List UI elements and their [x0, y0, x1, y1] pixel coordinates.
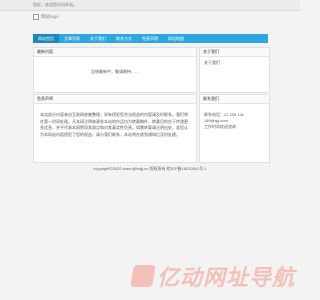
- watermark-text: 亿动网址导航: [157, 266, 296, 291]
- about-panel: 关于我们 关于我们: [199, 47, 270, 93]
- nav-item-articles[interactable]: 文章列表: [59, 34, 85, 43]
- footer-copyright: copyright©2020 www.djfhwjj.cn 版权所有 皖ICP备…: [93, 166, 207, 171]
- contact-phone-email: 联系电话：21 205 141 189@qq.com: [204, 112, 245, 123]
- panel-body: 关于我们: [204, 60, 220, 65]
- contact-hours: 工作时间欢迎咨询: [204, 124, 236, 129]
- nav-item-disclaimer[interactable]: 免责声明: [137, 34, 163, 43]
- nav-item-about[interactable]: 关于我们: [85, 34, 111, 43]
- nav-item-sitemap[interactable]: 网站地图: [163, 34, 189, 43]
- top-notice-bar: 您好，欢迎您访问本站。: [0, 0, 300, 11]
- disclaimer-panel: 免责声明 本站部分内容来自互联网收集整理，如有侵犯您合法权益的内容请及时联系，我…: [33, 94, 197, 163]
- logo-alt-text: 网站logo: [41, 13, 59, 19]
- broken-image-icon: [33, 13, 39, 20]
- panel-title: 关于我们: [200, 48, 269, 57]
- main-nav: 网站首页 文章列表 关于我们 联系方式 免责声明 网站地图: [33, 34, 268, 43]
- latest-content-panel: 最新内容 总统最新中，敬请期待……: [33, 47, 197, 93]
- nav-item-home[interactable]: 网站首页: [33, 34, 59, 43]
- panel-title: 免责声明: [34, 95, 196, 104]
- panel-title: 最新内容: [34, 48, 196, 57]
- panel-body: 本站部分内容来自互联网收集整理，如有侵犯您合法权益的内容请及时联系，我们将在第一…: [40, 112, 188, 137]
- watermark-mark-icon: [130, 265, 156, 287]
- site-logo[interactable]: 网站logo: [33, 12, 59, 21]
- nav-item-contact[interactable]: 联系方式: [111, 34, 137, 43]
- contact-panel: 联系我们 联系电话：21 205 141 189@qq.com 工作时间欢迎咨询: [199, 94, 270, 163]
- top-notice-text: 您好，欢迎您访问本站。: [33, 2, 77, 7]
- panel-title: 联系我们: [200, 95, 269, 104]
- panel-body: 总统最新中，敬请期待……: [91, 69, 139, 74]
- panel-body: 联系电话：21 205 141 189@qq.com 工作时间欢迎咨询: [200, 104, 269, 133]
- watermark-logo: 亿动网址导航: [130, 262, 296, 291]
